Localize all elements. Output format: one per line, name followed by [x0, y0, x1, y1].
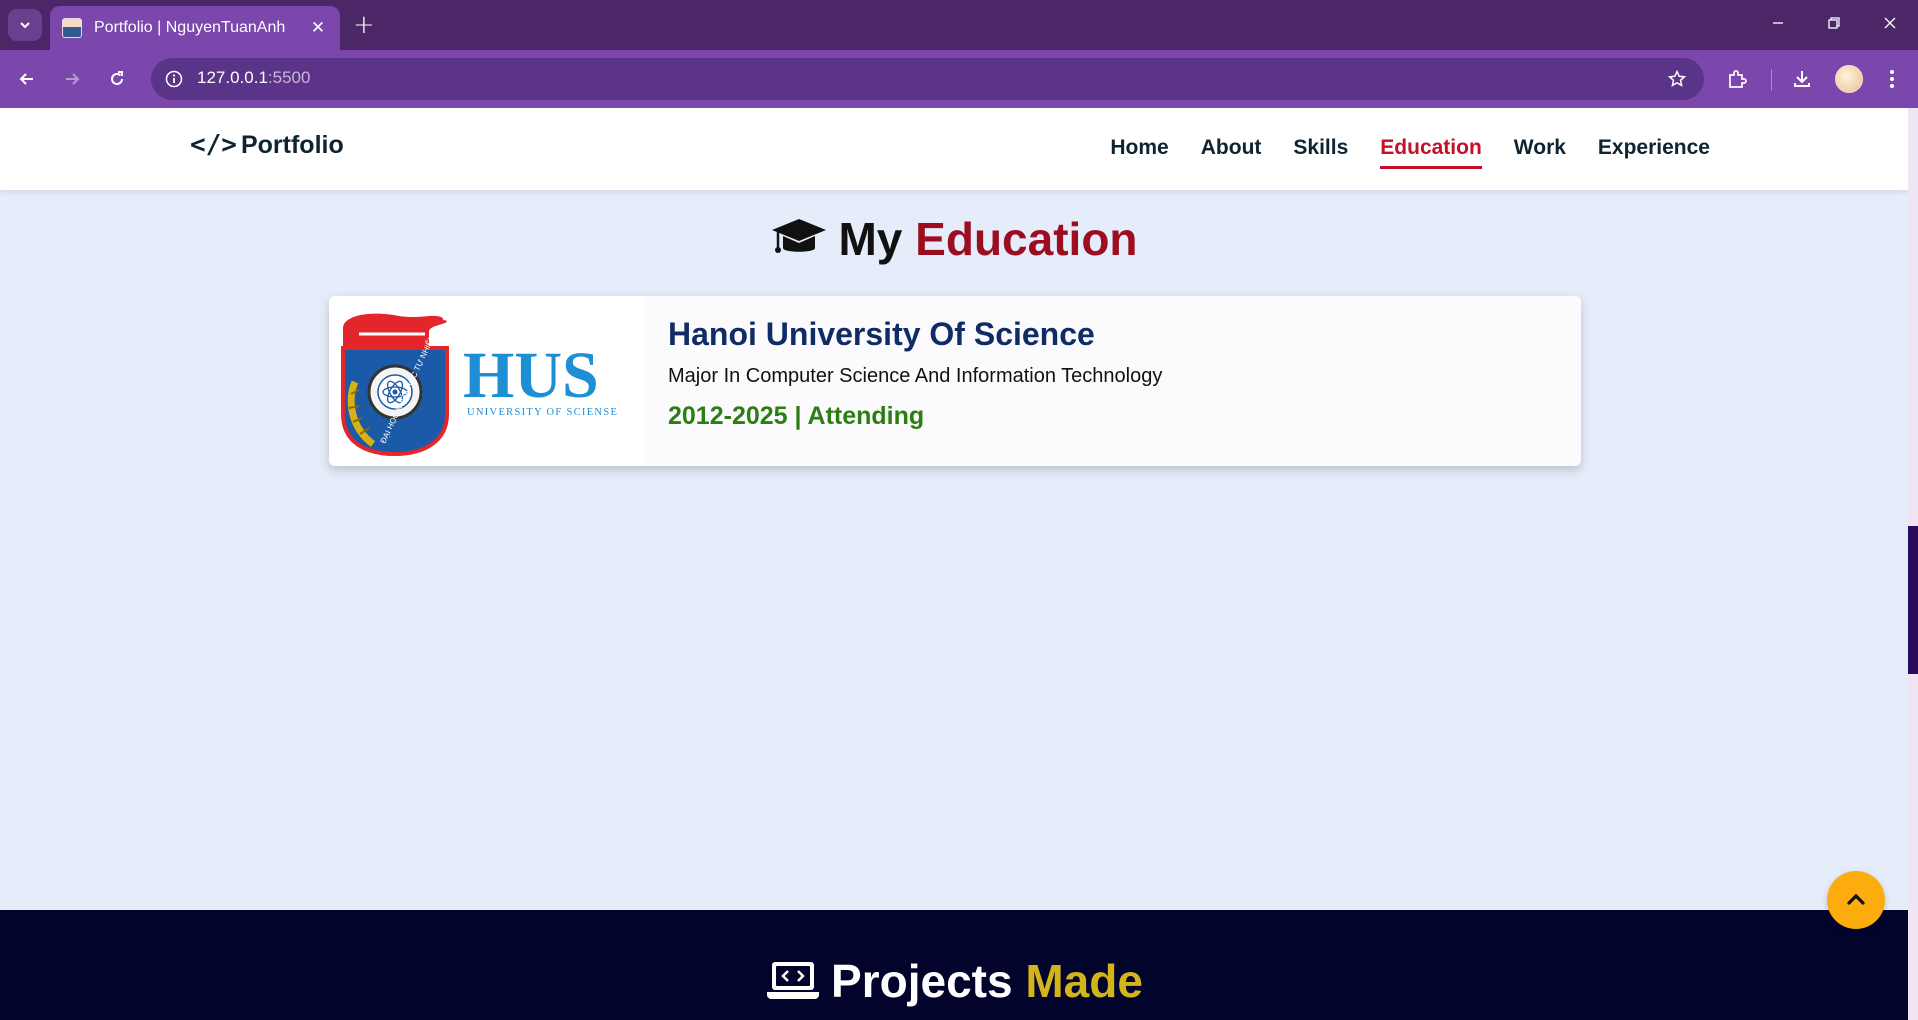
browser-tab-active[interactable]: Portfolio | NguyenTuanAnh ✕: [50, 6, 340, 50]
main-nav: Home About Skills Education Work Experie…: [1110, 136, 1710, 169]
university-logo-wordmark: HUS: [463, 339, 599, 412]
tab-title: Portfolio | NguyenTuanAnh: [94, 19, 286, 36]
school-years: 2012-2025 | Attending: [668, 402, 925, 430]
chevron-up-icon: [1847, 893, 1865, 905]
extensions-icon[interactable]: [1721, 63, 1753, 95]
page-viewport: </> Portfolio Home About Skills Educatio…: [0, 108, 1918, 1020]
nav-education[interactable]: Education: [1380, 136, 1482, 169]
url-text: 127.0.0.1:5500: [197, 68, 310, 88]
chevron-down-icon: [20, 22, 30, 29]
school-name: Hanoi University Of Science: [668, 316, 1095, 352]
forward-icon[interactable]: [56, 63, 88, 95]
education-heading: My Education: [0, 212, 1908, 270]
projects-section: Projects Made: [0, 910, 1908, 1020]
favicon-icon: [62, 18, 82, 38]
browser-menu-icon[interactable]: [1882, 63, 1902, 95]
nav-home[interactable]: Home: [1110, 136, 1168, 169]
site-header: </> Portfolio Home About Skills Educatio…: [0, 108, 1908, 190]
address-bar[interactable]: 127.0.0.1:5500: [151, 58, 1704, 100]
projects-heading: Projects Made: [0, 954, 1908, 1012]
close-window-icon[interactable]: [1875, 10, 1905, 40]
restore-icon[interactable]: [1819, 10, 1849, 40]
profile-avatar[interactable]: [1835, 65, 1863, 93]
logo-text: Portfolio: [240, 130, 344, 159]
toolbar-divider: [1771, 69, 1772, 91]
tab-close-icon[interactable]: ✕: [308, 18, 328, 38]
browser-toolbar: 127.0.0.1:5500: [0, 50, 1918, 108]
page-scrollbar[interactable]: [1908, 108, 1918, 1020]
education-heading-plain: My: [838, 213, 903, 265]
graduation-cap-icon: [770, 215, 828, 270]
university-logo-subtext: UNIVERSITY OF SCIENSE: [467, 407, 618, 418]
nav-work[interactable]: Work: [1514, 136, 1566, 169]
scrollbar-thumb[interactable]: [1908, 526, 1918, 674]
site-info-icon[interactable]: [161, 66, 187, 92]
nav-skills[interactable]: Skills: [1293, 136, 1348, 169]
university-logo: HUS UNIVERSITY OF SCIENSE ĐẠI HỌC KHOA H…: [329, 296, 643, 466]
new-tab-button[interactable]: +: [353, 10, 375, 40]
scroll-to-top-button[interactable]: [1827, 871, 1885, 929]
code-icon: </>: [190, 130, 237, 160]
bookmark-star-icon[interactable]: [1664, 66, 1690, 92]
education-heading-accent: Education: [915, 213, 1138, 265]
site-logo[interactable]: </> Portfolio: [190, 130, 344, 160]
url-host: 127.0.0.1: [197, 68, 268, 87]
tab-search-button[interactable]: [8, 9, 42, 41]
nav-about[interactable]: About: [1201, 136, 1262, 169]
laptop-code-icon: [765, 958, 821, 1012]
browser-tab-bar: Portfolio | NguyenTuanAnh ✕ +: [0, 0, 1918, 50]
back-icon[interactable]: [11, 63, 43, 95]
download-icon[interactable]: [1786, 63, 1818, 95]
url-port: :5500: [267, 68, 311, 87]
reload-icon[interactable]: [101, 63, 133, 95]
projects-heading-plain: Projects: [831, 955, 1013, 1007]
education-card: HUS UNIVERSITY OF SCIENSE ĐẠI HỌC KHOA H…: [329, 296, 1581, 466]
school-major: Major In Computer Science And Informatio…: [668, 365, 1163, 387]
education-info: Hanoi University Of Science Major In Com…: [668, 316, 1162, 431]
nav-experience[interactable]: Experience: [1598, 136, 1710, 169]
minimize-icon[interactable]: [1763, 10, 1793, 40]
projects-heading-accent: Made: [1025, 955, 1143, 1007]
